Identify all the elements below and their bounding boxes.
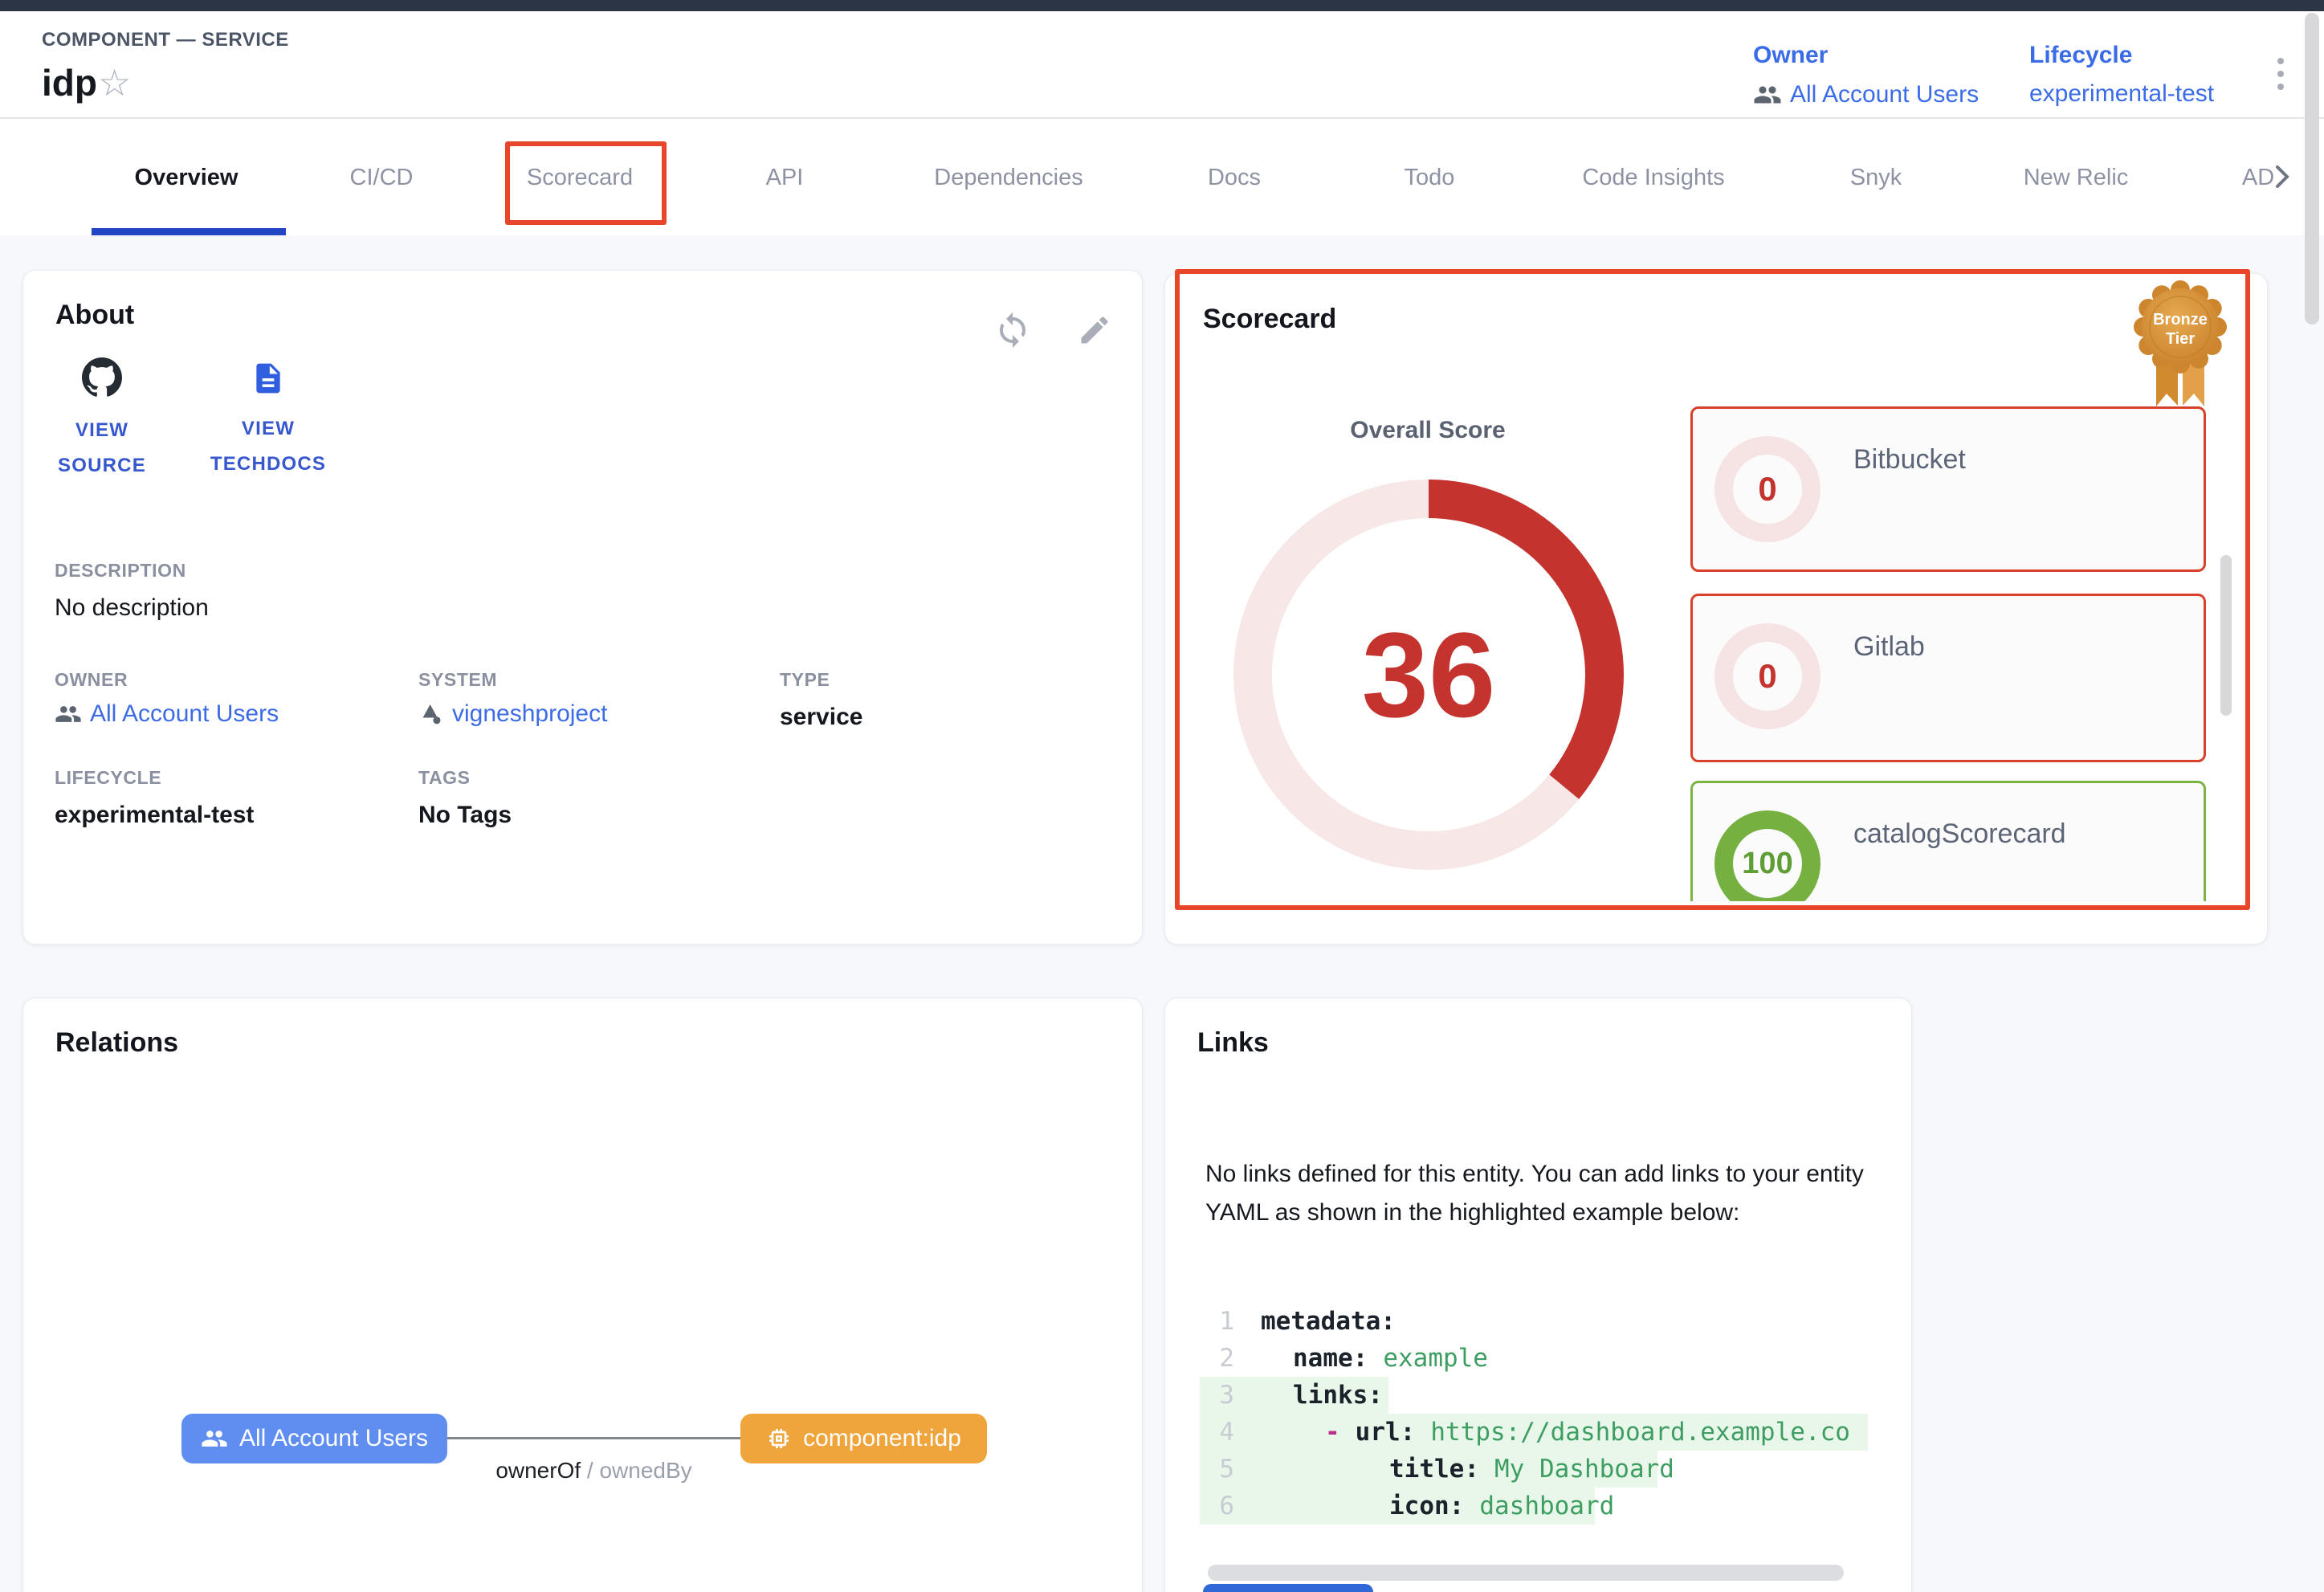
- gitlab-score-gauge: 0: [1714, 623, 1820, 729]
- tab-dependencies[interactable]: Dependencies: [934, 165, 1082, 191]
- overall-score-gauge: 36: [1233, 480, 1624, 870]
- code-line-5: 5 title:My Dashboard: [1165, 1451, 1911, 1488]
- links-empty-message: No links defined for this entity. You ca…: [1205, 1155, 1872, 1232]
- github-icon: [82, 357, 122, 398]
- favorite-star-icon[interactable]: ☆: [98, 64, 131, 101]
- scorecard-items-list: 0 Bitbucket 0 Gitlab 100 catalogScorecar…: [1690, 406, 2206, 901]
- browser-top-strip: [0, 0, 2324, 11]
- relations-title: Relations: [55, 1027, 178, 1059]
- about-title: About: [55, 300, 134, 331]
- techdocs-icon: [251, 361, 286, 396]
- pencil-icon: [1077, 312, 1112, 348]
- edit-button[interactable]: [1077, 312, 1112, 352]
- field-system: SYSTEM vigneshproject: [418, 669, 607, 728]
- breadcrumb: COMPONENT — SERVICE: [42, 29, 289, 51]
- field-lifecycle: LIFECYCLE experimental-test: [55, 767, 254, 829]
- refresh-icon: [993, 311, 1032, 349]
- relation-edge-line: [447, 1437, 740, 1439]
- system-link[interactable]: vigneshproject: [418, 700, 607, 728]
- header-owner: Owner All Account Users: [1753, 42, 1979, 109]
- owner-value[interactable]: All Account Users: [1753, 80, 1979, 109]
- tab-api[interactable]: API: [766, 165, 804, 191]
- relation-node-component[interactable]: component:idp: [740, 1414, 987, 1463]
- page-scrollbar[interactable]: [2305, 13, 2319, 325]
- code-line-4: 4 -url:https://dashboard.example.co: [1165, 1414, 1911, 1451]
- tier-badge-line2: Tier: [2166, 330, 2196, 348]
- owner-link[interactable]: All Account Users: [55, 700, 279, 728]
- code-line-2: 2 name:example: [1165, 1340, 1911, 1377]
- tier-badge-line1: Bronze: [2153, 311, 2208, 329]
- tab-overview[interactable]: Overview: [135, 165, 239, 191]
- people-icon: [1753, 80, 1782, 109]
- relation-edge-label: ownerOf / ownedBy: [447, 1458, 740, 1484]
- scorecard-item-bitbucket[interactable]: 0 Bitbucket: [1690, 406, 2206, 572]
- scorecard-list-scrollbar[interactable]: [2220, 555, 2232, 716]
- bitbucket-score-gauge: 0: [1714, 436, 1820, 542]
- yaml-code-block: 1 metadata: 2 name:example 3 links: 4 -u…: [1165, 1303, 1911, 1525]
- view-techdocs-button[interactable]: VIEWTECHDOCS: [192, 361, 345, 482]
- links-title: Links: [1197, 1027, 1269, 1059]
- links-card: Links No links defined for this entity. …: [1164, 998, 1912, 1592]
- field-description: DESCRIPTION No description: [55, 560, 209, 622]
- field-type: TYPE service: [780, 669, 862, 731]
- tab-snyk[interactable]: Snyk: [1850, 165, 1902, 191]
- catalogscorecard-score-gauge: 100: [1714, 810, 1820, 901]
- scorecard-title: Scorecard: [1203, 304, 1336, 335]
- refresh-button[interactable]: [993, 311, 1032, 353]
- view-source-button[interactable]: VIEWSOURCE: [38, 357, 166, 484]
- code-horizontal-scrollbar[interactable]: [1208, 1565, 1844, 1581]
- scorecard-item-catalogscorecard[interactable]: 100 catalogScorecard: [1690, 781, 2206, 901]
- more-options-kebab-icon[interactable]: [2277, 58, 2284, 90]
- overall-score-label: Overall Score: [1339, 417, 1516, 444]
- links-cta-button[interactable]: [1203, 1584, 1373, 1592]
- tab-code-insights[interactable]: Code Insights: [1582, 165, 1724, 191]
- system-icon: [418, 701, 444, 727]
- page-title: idp: [42, 61, 97, 104]
- field-owner: OWNER All Account Users: [55, 669, 279, 728]
- header-lifecycle: Lifecycle experimental-test: [2029, 42, 2214, 108]
- tab-docs[interactable]: Docs: [1208, 165, 1261, 191]
- active-tab-indicator: [92, 228, 286, 235]
- chip-icon: [766, 1426, 792, 1451]
- lifecycle-label: Lifecycle: [2029, 42, 2214, 69]
- code-line-1: 1 metadata:: [1165, 1303, 1911, 1340]
- bronze-tier-badge: Bronze Tier: [2131, 280, 2229, 422]
- tabs-scroll-right-chevron-icon[interactable]: [2265, 159, 2300, 194]
- overall-score-value: 36: [1362, 606, 1496, 745]
- app-screen: COMPONENT — SERVICE idp ☆ Owner All Acco…: [0, 0, 2324, 1592]
- code-line-6: 6 icon:dashboard: [1165, 1488, 1911, 1525]
- about-card: About VIEWSOURCE VIEWTECHDOCS DESCRIPTIO…: [22, 270, 1143, 945]
- tab-cicd[interactable]: CI/CD: [350, 165, 414, 191]
- entity-tabs: Overview CI/CD Scorecard API Dependencie…: [0, 119, 2324, 235]
- tab-new-relic[interactable]: New Relic: [2024, 165, 2129, 191]
- entity-header: COMPONENT — SERVICE idp ☆ Owner All Acco…: [0, 11, 2324, 117]
- people-icon: [201, 1425, 228, 1452]
- owner-label: Owner: [1753, 42, 1979, 69]
- people-icon: [55, 700, 82, 728]
- relation-node-owner[interactable]: All Account Users: [181, 1414, 447, 1463]
- tab-todo[interactable]: Todo: [1405, 165, 1455, 191]
- code-line-3: 3 links:: [1165, 1377, 1911, 1414]
- scorecard-item-gitlab[interactable]: 0 Gitlab: [1690, 594, 2206, 762]
- scorecard-card: Scorecard Overall Score 36 0 Bitbucket 0…: [1164, 273, 2268, 945]
- lifecycle-value: experimental-test: [2029, 80, 2214, 108]
- field-tags: TAGS No Tags: [418, 767, 512, 829]
- relations-card: Relations ownerOf / ownedBy All Account …: [22, 998, 1143, 1592]
- tab-scorecard[interactable]: Scorecard: [527, 165, 633, 191]
